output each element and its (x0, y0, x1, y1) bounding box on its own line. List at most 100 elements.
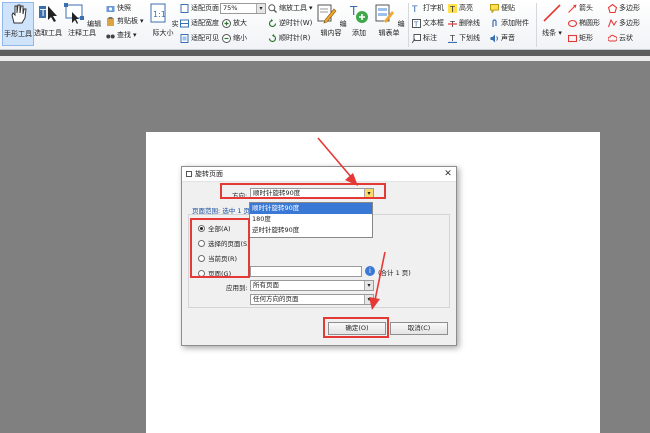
select-cursor-icon: T (39, 6, 57, 22)
fit-width-label: 适配宽度 (191, 19, 219, 27)
direction-option[interactable]: 顺时针旋转90度 (250, 203, 372, 214)
fit-width-button[interactable]: 适配宽度 (180, 18, 219, 29)
chevron-down-icon: ▾ (140, 17, 144, 25)
speaker-icon (490, 34, 498, 43)
zoom-in-button[interactable]: 放大 (222, 18, 247, 29)
ellipse-button[interactable]: 椭圆形 (568, 18, 600, 29)
edit-form-icon (375, 4, 395, 23)
callout-button[interactable]: 标注 (412, 33, 437, 44)
edit-content-button[interactable]: 编辑内容 (315, 2, 347, 38)
actual-size-button[interactable]: 1:1 实际大小 (146, 2, 180, 38)
range-pages-radio[interactable]: 页面(G) (198, 268, 231, 278)
rotate-ccw-icon (268, 19, 277, 28)
clipboard-label: 剪贴板 (117, 17, 138, 25)
rotate-ccw-label: 逆时针(W) (279, 19, 313, 27)
zoom-out-button[interactable]: 缩小 (222, 33, 247, 44)
edit-form-button[interactable]: 编辑表单 (373, 2, 405, 38)
hand-tool-label: 手形工具 (4, 30, 32, 38)
direction-value: 顺时针旋转90度 (253, 189, 301, 197)
fit-page-label: 适配页面 (191, 4, 219, 12)
polyline-icon (608, 19, 617, 28)
callout-label: 标注 (423, 34, 437, 42)
typewriter-label: 打字机 (423, 4, 444, 12)
select-tool-button[interactable]: T 选取工具 (34, 2, 62, 38)
add-icon: T (349, 4, 368, 23)
polygon-button[interactable]: 多边形 (608, 3, 640, 14)
strikeout-button[interactable]: T 删除线 (448, 18, 480, 29)
chevron-down-icon[interactable]: ▾ (364, 295, 373, 304)
orientation-select[interactable]: 任何方向的页面 ▾ (250, 294, 374, 305)
dialog-icon (186, 171, 192, 177)
range-current-radio[interactable]: 当前页(R) (198, 253, 237, 263)
page-range-input[interactable] (250, 266, 362, 277)
zoom-in-icon (222, 19, 231, 28)
chevron-down-icon: ▾ (133, 31, 137, 39)
add-button[interactable]: T 添加 (347, 2, 371, 38)
note-icon (490, 4, 499, 13)
snapshot-button[interactable]: 快照 (106, 3, 131, 14)
ok-button[interactable]: 确定(O) (328, 322, 386, 335)
svg-text:T: T (412, 5, 418, 13)
separator (536, 3, 537, 47)
camera-icon (106, 6, 115, 12)
dialog-titlebar: 旋转页面 ✕ (182, 167, 456, 182)
fit-width-icon (180, 19, 189, 28)
polygon-icon (608, 4, 617, 13)
attach-file-button[interactable]: 添加附件 (490, 18, 529, 29)
typewriter-button[interactable]: T 打字机 (412, 3, 444, 14)
rotate-cw-button[interactable]: 顺时针(R) (268, 33, 310, 44)
textbox-icon: T (412, 19, 421, 28)
note-label: 便贴 (501, 4, 515, 12)
textbox-button[interactable]: T 文本框 (412, 18, 444, 29)
zoom-tool-button[interactable]: 缩放工具 ▾ (268, 3, 313, 14)
rectangle-button[interactable]: 矩形 (568, 33, 593, 44)
sound-button[interactable]: 声音 (490, 33, 515, 44)
polyline-button[interactable]: 多边形 (608, 18, 640, 29)
note-button[interactable]: 便贴 (490, 3, 515, 14)
range-pages-label: 页面(G) (208, 270, 232, 278)
polygon-label: 多边形 (619, 4, 640, 12)
paperclip-icon (492, 19, 497, 27)
zoom-level-select[interactable]: 75% ▾ (220, 3, 266, 14)
zoom-in-label: 放大 (233, 19, 247, 27)
apply-to-select[interactable]: 所有页面 ▾ (250, 280, 374, 291)
svg-text:1:1: 1:1 (153, 10, 166, 19)
direction-option[interactable]: 180度 (250, 214, 372, 225)
zoom-tool-label: 缩放工具 (279, 4, 307, 12)
chevron-down-icon: ▾ (309, 4, 313, 12)
chevron-down-icon[interactable]: ▾ (364, 281, 373, 290)
edit-annotation-tool-button[interactable]: 编辑注释工具 (62, 2, 102, 38)
rectangle-label: 矩形 (579, 34, 593, 42)
magnifier-icon (268, 4, 277, 13)
direction-option[interactable]: 逆时针旋转90度 (250, 225, 372, 236)
hand-tool-button[interactable]: 手形工具 (2, 2, 34, 46)
fit-page-button[interactable]: 适配页面 (180, 3, 219, 14)
strikeout-icon: T (448, 20, 457, 28)
binoculars-icon (106, 34, 115, 39)
range-selected-radio[interactable]: 选择的页面(S) (198, 238, 250, 248)
radio-unselected (198, 239, 205, 247)
svg-text:T: T (39, 8, 47, 19)
range-all-radio[interactable]: 全部(A) (198, 223, 231, 233)
chevron-down-icon: ▾ (558, 29, 562, 37)
rotate-pages-dialog: 旋转页面 ✕ 方向: 顺时针旋转90度 ▾ 页面范围: 选中 1 页 全部(A)… (181, 166, 457, 346)
close-icon[interactable]: ✕ (440, 169, 456, 179)
rotate-ccw-button[interactable]: 逆时针(W) (268, 18, 312, 29)
cancel-button[interactable]: 取消(C) (390, 322, 448, 335)
cloud-button[interactable]: 云状 (608, 33, 633, 44)
underline-button[interactable]: T 下划线 (448, 33, 480, 44)
chevron-down-icon[interactable]: ▾ (364, 189, 373, 198)
zoom-out-icon (222, 34, 231, 43)
chevron-down-icon[interactable]: ▾ (256, 4, 265, 13)
edit-annotation-icon (63, 3, 84, 24)
edit-content-icon (317, 4, 337, 24)
rectangle-icon (568, 34, 577, 43)
clipboard-button[interactable]: 剪贴板 ▾ (106, 16, 144, 27)
fit-visible-button[interactable]: 适配可见 (180, 33, 219, 44)
highlight-button[interactable]: T 高亮 (448, 3, 473, 14)
ellipse-label: 椭圆形 (579, 19, 600, 27)
direction-select[interactable]: 顺时针旋转90度 ▾ (250, 188, 374, 199)
find-button[interactable]: 查找 ▾ (106, 30, 137, 41)
arrow-button[interactable]: 箭头 (568, 3, 593, 14)
line-button[interactable]: 线条 ▾ (540, 2, 564, 38)
